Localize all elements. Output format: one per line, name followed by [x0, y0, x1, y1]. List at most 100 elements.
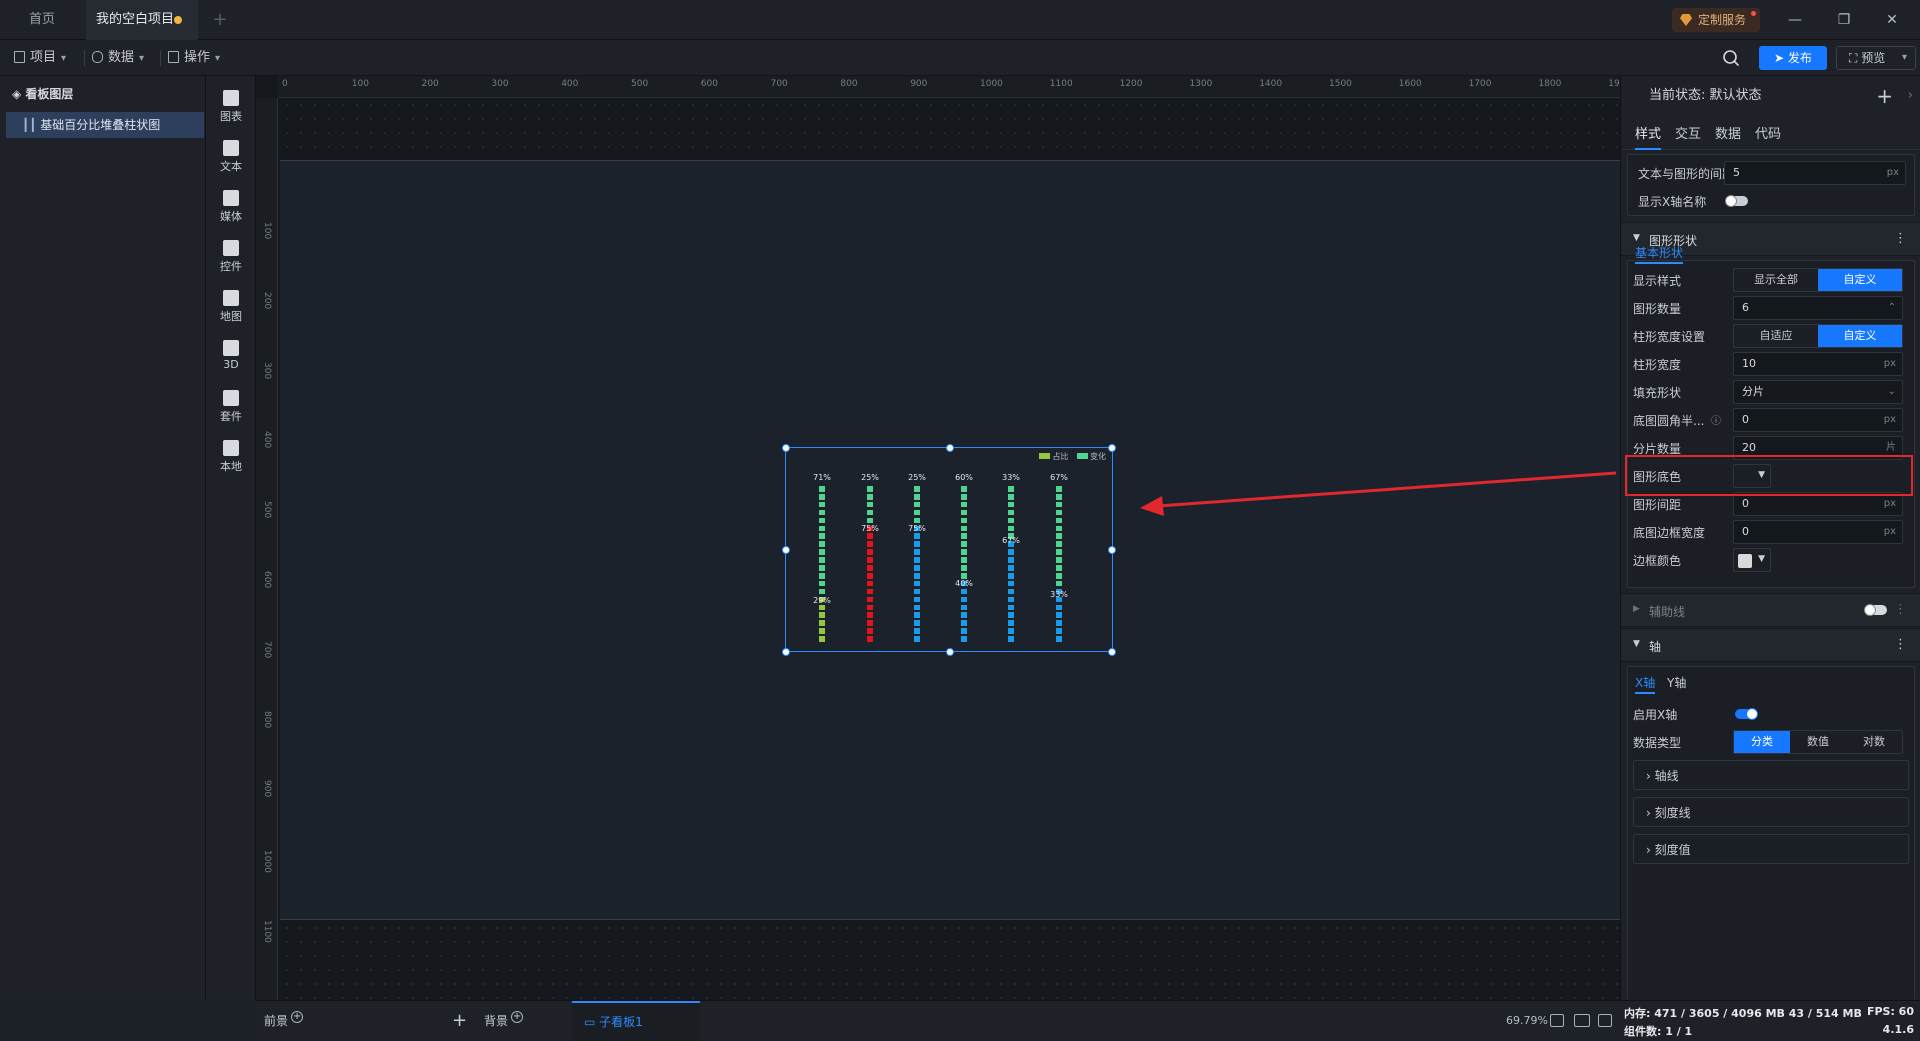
shape-count-input[interactable]: 6 ⌃ — [1733, 296, 1903, 320]
fill-shape-label: 填充形状 — [1633, 386, 1682, 400]
control-icon — [223, 240, 239, 256]
sub-board-tab[interactable]: ▭ 子看板1 — [572, 1001, 700, 1041]
tab-y-axis[interactable]: Y轴 — [1667, 672, 1686, 694]
tab-x-axis[interactable]: X轴 — [1635, 672, 1656, 694]
ruler-tick-label: 300 — [262, 361, 272, 379]
tick-line-group[interactable]: › 刻度线 — [1633, 797, 1909, 827]
property-tabs: 样式 交互 数据 代码 — [1621, 120, 1920, 150]
chevron-right-icon: › — [1646, 806, 1655, 820]
bar-segment — [914, 517, 920, 524]
resize-handle[interactable] — [946, 648, 954, 656]
add-circle-icon[interactable]: + — [291, 1011, 304, 1023]
tab-data[interactable]: 数据 — [1715, 120, 1741, 150]
stepper-up-icon[interactable]: ⌃ — [1888, 297, 1896, 319]
tick-value-group[interactable]: › 刻度值 — [1633, 834, 1909, 864]
bar-segment — [867, 517, 873, 524]
resize-handle[interactable] — [946, 444, 954, 452]
add-board-button[interactable]: + — [452, 1001, 467, 1041]
option-auto[interactable]: 自适应 — [1734, 325, 1818, 347]
axis-section-header[interactable]: ▼ 轴 ⋮ — [1621, 628, 1920, 662]
legend-label: 占比 — [1052, 452, 1069, 461]
ruler-tick-label: 700 — [262, 640, 272, 658]
custom-service-button[interactable]: 定制服务 — [1672, 8, 1760, 32]
add-circle-icon[interactable]: + — [511, 1011, 524, 1023]
bar-segment — [867, 628, 873, 634]
component-media[interactable]: 媒体 — [206, 184, 256, 234]
data-label-top: 67% — [1050, 473, 1068, 482]
axis-line-label: 轴线 — [1654, 769, 1679, 783]
fit-screen-icon[interactable] — [1550, 1014, 1564, 1027]
border-width-input[interactable]: 0 px — [1733, 520, 1903, 544]
data-type-label: 数据类型 — [1633, 736, 1682, 750]
bar-segment — [1008, 557, 1014, 563]
restore-button[interactable]: ❐ — [1834, 10, 1854, 30]
minimize-button[interactable]: — — [1785, 10, 1805, 30]
bar-segment — [867, 541, 873, 547]
terminal-icon[interactable] — [1598, 1014, 1612, 1027]
more-icon[interactable]: ⋮ — [1894, 602, 1907, 617]
ruler-tick-label: 500 — [262, 501, 272, 519]
component-kit[interactable]: 套件 — [206, 384, 256, 434]
menu-data[interactable]: 数据 ▾ — [92, 40, 144, 76]
show-x-name-toggle[interactable] — [1725, 195, 1748, 207]
guide-section-header[interactable]: ▶ 辅助线 ⋮ — [1621, 593, 1920, 627]
guide-toggle[interactable] — [1864, 604, 1887, 616]
search-icon[interactable] — [1722, 49, 1740, 67]
background-tab[interactable]: 背景 + — [484, 1001, 524, 1041]
chart-widget[interactable]: 占比 变化 71% 29% 25% 75% 25% 75% 60% 40% 33% 67% 67% 3… — [782, 444, 1116, 656]
resize-handle[interactable] — [782, 444, 790, 452]
basic-shape-tab[interactable]: 基本形状 — [1635, 242, 1684, 264]
layer-item-chart[interactable]: ┃┃ 基础百分比堆叠柱状图 — [6, 112, 204, 138]
state-value[interactable]: 默认状态 — [1710, 88, 1762, 103]
enable-x-toggle[interactable] — [1735, 708, 1758, 720]
component-bar-chart[interactable]: 图表 — [206, 84, 256, 134]
component-local-puzzle[interactable]: 本地 — [206, 434, 256, 484]
help-icon[interactable]: ⓘ — [1711, 412, 1721, 427]
option-custom-width[interactable]: 自定义 — [1818, 325, 1902, 347]
fill-shape-select[interactable]: 分片 ⌄ — [1733, 380, 1903, 404]
bar-segment — [867, 588, 873, 595]
option-show-all[interactable]: 显示全部 — [1734, 269, 1818, 291]
tab-interaction[interactable]: 交互 — [1675, 120, 1701, 150]
option-category[interactable]: 分类 — [1734, 731, 1790, 753]
fill-shape-value: 分片 — [1742, 385, 1764, 398]
close-button[interactable]: ✕ — [1882, 10, 1902, 30]
component-text[interactable]: 文本 — [206, 134, 256, 184]
add-tab-button[interactable]: + — [205, 0, 235, 40]
resize-handle[interactable] — [782, 546, 790, 554]
axis-line-group[interactable]: › 轴线 — [1633, 760, 1909, 790]
keyboard-icon[interactable] — [1574, 1014, 1590, 1027]
option-log[interactable]: 对数 — [1846, 731, 1902, 753]
bar-segment — [1056, 533, 1062, 540]
option-custom[interactable]: 自定义 — [1818, 269, 1902, 291]
resize-handle[interactable] — [782, 648, 790, 656]
notification-badge — [1751, 11, 1756, 16]
menu-operation[interactable]: 操作 ▾ — [168, 40, 220, 76]
menu-project[interactable]: 项目 ▾ — [14, 40, 66, 76]
publish-button[interactable]: ➤ 发布 — [1759, 46, 1827, 70]
more-icon[interactable]: ⋮ — [1894, 637, 1907, 652]
more-icon[interactable]: ⋮ — [1894, 231, 1907, 246]
resize-handle[interactable] — [1108, 648, 1116, 656]
tab-project[interactable]: 我的空白项目 — [86, 0, 198, 40]
text-gap-input[interactable]: 5 px — [1724, 161, 1906, 185]
add-state-icon[interactable]: + — [1876, 76, 1893, 116]
bar-width-input[interactable]: 10 px — [1733, 352, 1903, 376]
border-color-picker[interactable]: ▼ — [1733, 548, 1771, 572]
tab-home[interactable]: 首页 — [0, 0, 84, 40]
resize-handle[interactable] — [1108, 546, 1116, 554]
resize-handle[interactable] — [1108, 444, 1116, 452]
option-value[interactable]: 数值 — [1790, 731, 1846, 753]
component-rail: 图表 文本 媒体 控件 地图 3D 套件 本地 — [206, 76, 256, 1000]
component-map[interactable]: 地图 — [206, 284, 256, 334]
bar-segment — [961, 525, 967, 532]
tab-style[interactable]: 样式 — [1635, 120, 1662, 150]
component-control[interactable]: 控件 — [206, 234, 256, 284]
foreground-tab[interactable]: 前景 + — [264, 1001, 304, 1041]
component-cube[interactable]: 3D — [206, 334, 256, 384]
zoom-level[interactable]: 69.79% — [1506, 1001, 1548, 1041]
tab-code[interactable]: 代码 — [1755, 120, 1781, 150]
radius-input[interactable]: 0 px — [1733, 408, 1903, 432]
chevron-right-icon[interactable]: › — [1908, 76, 1913, 116]
preview-button[interactable]: ⛶ 预览 ▾ — [1836, 46, 1916, 70]
